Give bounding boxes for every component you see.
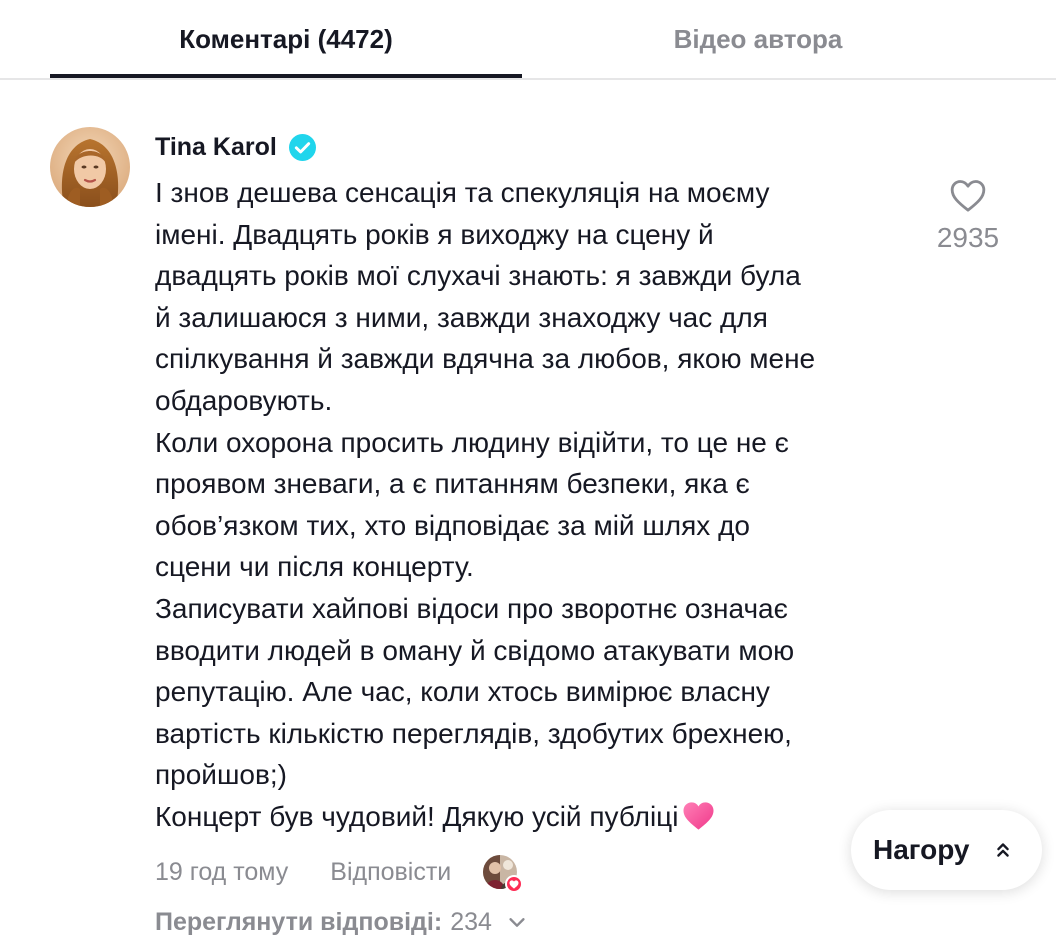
comment-line: Записувати хайпові відоси про зворотнє о… [155,592,788,624]
like-box: 2935 [925,172,1011,254]
comment-timestamp: 19 год тому [155,857,289,886]
like-count: 2935 [936,222,1000,253]
author-avatar[interactable] [50,127,130,207]
comment-line: проявом зневаги, а є питанням безпеки, я… [155,468,750,500]
verified-badge-icon [288,133,316,161]
creator-liked-heart-icon [505,875,524,893]
tab-comments[interactable]: Коментарі (4472) [50,0,522,78]
comment-line: імені. Двадцять років я виходжу на сцену… [155,218,714,250]
avatar-image [50,127,130,207]
comment-meta: 19 год тому Відповісти [155,852,524,893]
reply-button[interactable]: Відповісти [330,858,451,887]
double-chevron-up-icon [996,843,1009,857]
comment-line: обдаровують. [155,384,333,416]
comment-line: спілкування й завжди вдячна за любов, як… [155,343,816,375]
active-tab-indicator [50,74,522,78]
view-replies-count: 234 [450,907,492,936]
creator-liked-badge[interactable] [483,855,524,893]
comment-line: Коли охорона просить людину відійти, то … [155,426,789,458]
comment-line: вводити людей в оману й свідомо атакуват… [155,634,795,666]
pink-heart-emoji-icon [683,802,714,830]
comment-text: І знов дешева сенсація та спекуляція на … [155,172,925,838]
scroll-to-top-label: Нагору [873,834,970,865]
comment-line-text: Концерт був чудовий! Дякую усій публіці [155,800,679,832]
comment-line: сцени чи після концерту. [155,551,474,583]
author-row: Tina Karol [155,127,316,167]
view-replies-button[interactable]: Переглянути відповіді: 234 [155,902,528,937]
tab-author-videos[interactable]: Відео автора [522,0,994,78]
heart-outline-icon[interactable] [948,176,988,216]
comment-line-last: Концерт був чудовий! Дякую усій публіці [155,796,925,838]
view-replies-label: Переглянути відповіді: [155,907,443,936]
scroll-to-top-button[interactable]: Нагору [851,810,1042,890]
author-name[interactable]: Tina Karol [155,133,277,162]
comment-line: й залишаюся з ними, завжди знаходжу час … [155,301,768,333]
comment-tabs: Коментарі (4472) Відео автора [0,0,1056,80]
comment-line: пройшов;) [155,759,287,791]
comment-line: двадцять років мої слухачі знають: я зав… [155,260,801,292]
comment-line: обов’язком тих, хто відповідає за мій шл… [155,509,750,541]
comment-line: репутацію. Але час, коли хтось вимірює в… [155,676,770,708]
comment-line: вартість кількістю переглядів, здобутих … [155,717,792,749]
chevron-down-icon [509,918,525,927]
comment-line: І знов дешева сенсація та спекуляція на … [155,177,770,208]
